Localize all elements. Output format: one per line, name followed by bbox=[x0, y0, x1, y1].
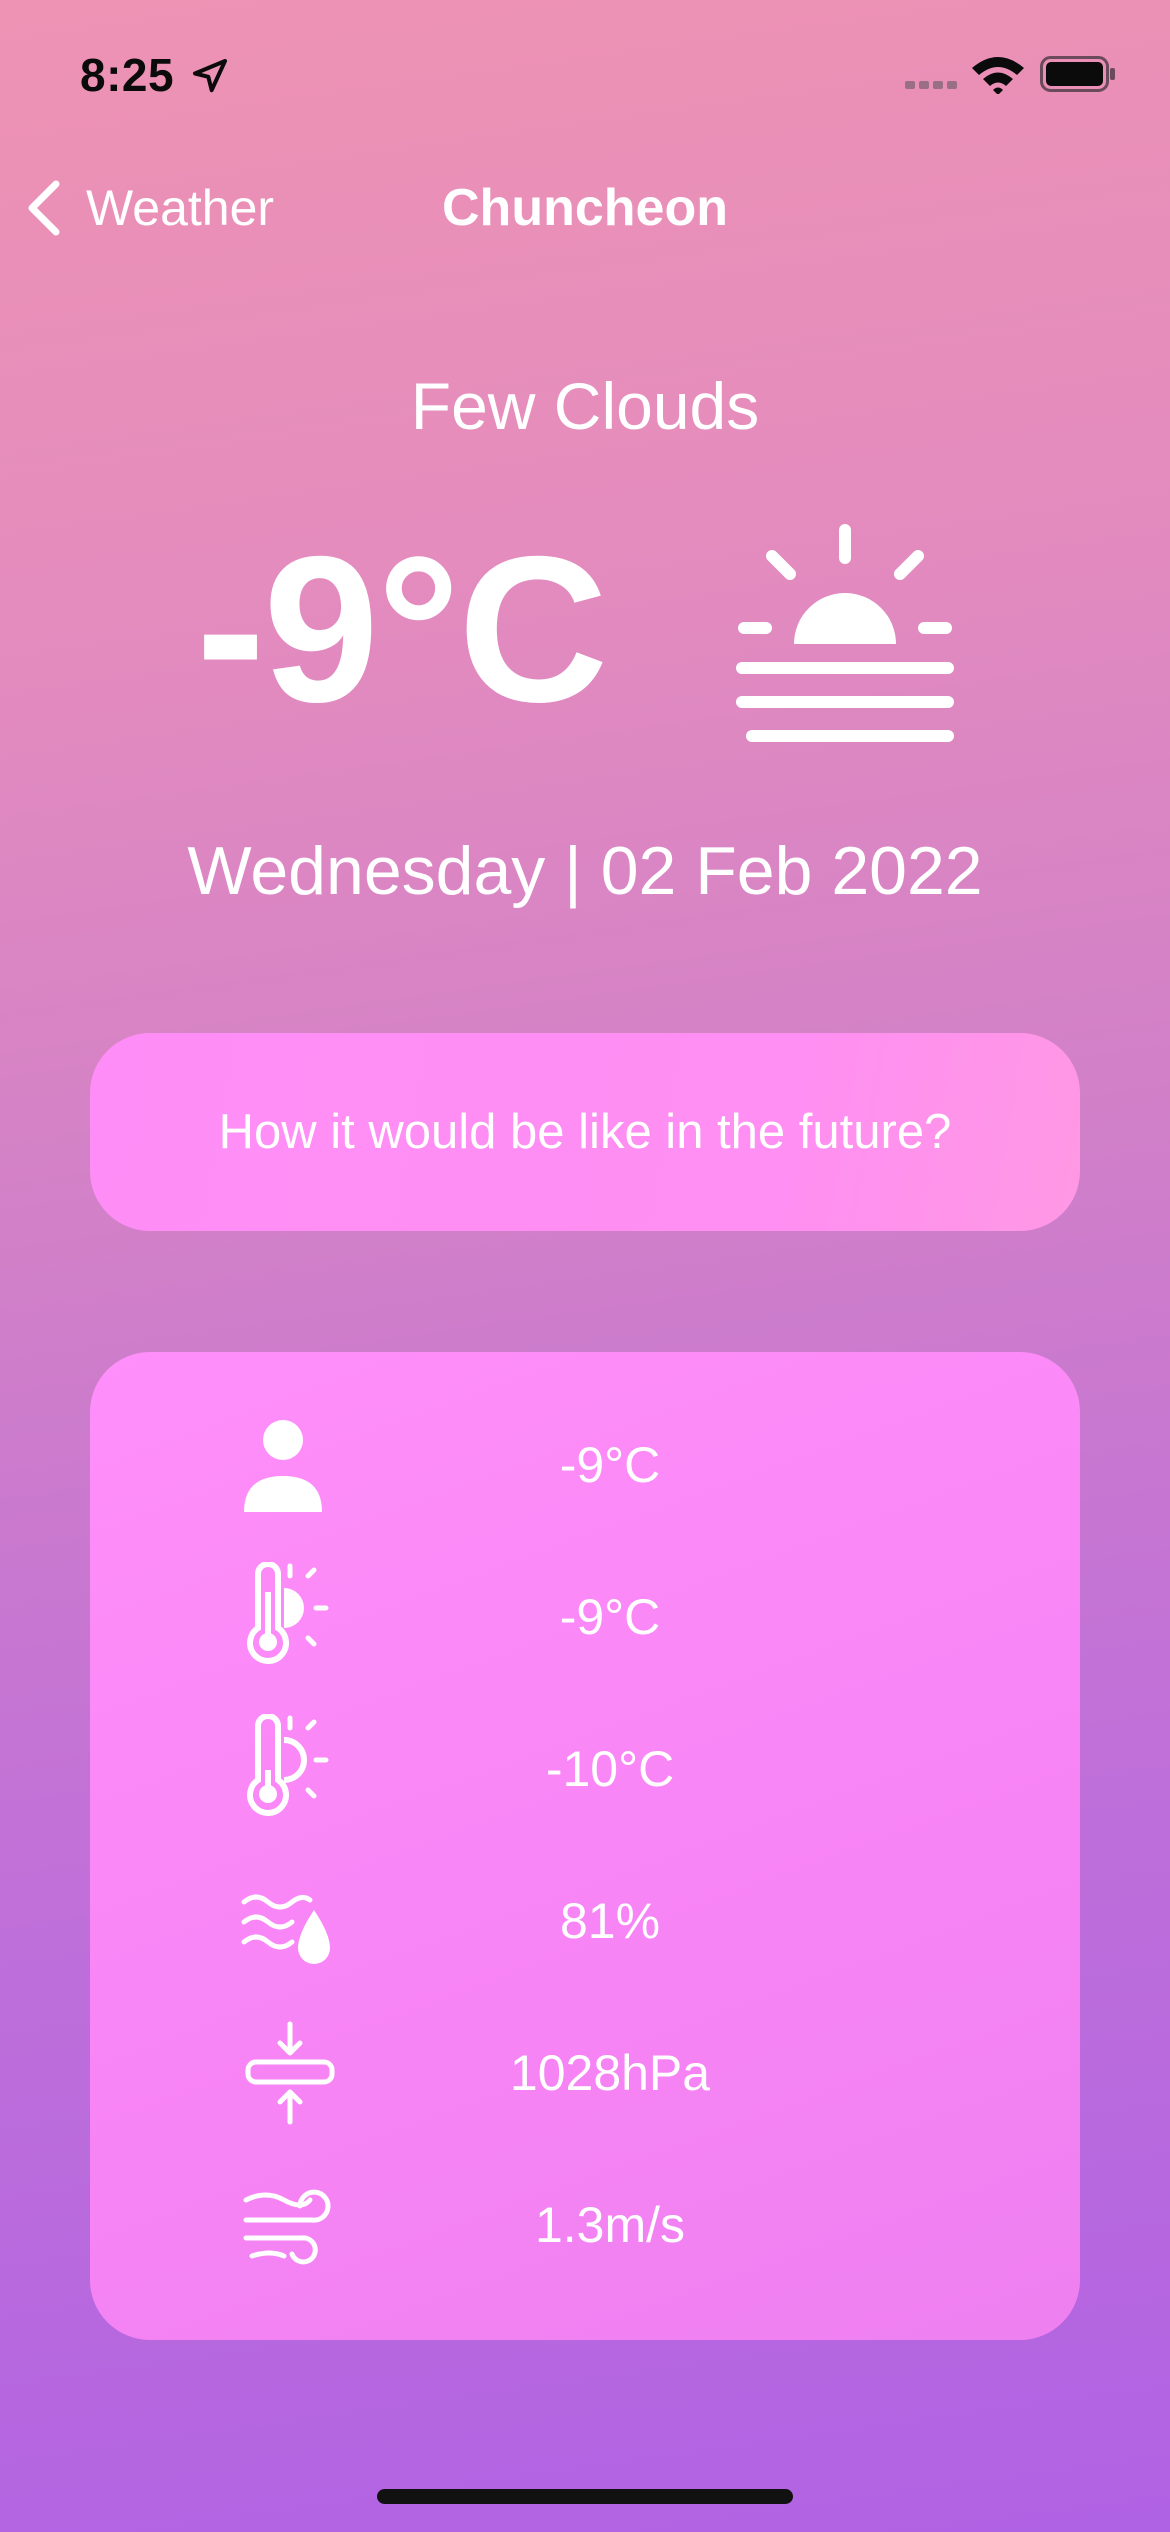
detail-value-humidity: 81% bbox=[559, 1893, 661, 1949]
wind-icon bbox=[243, 2189, 331, 2265]
weather-condition: Few Clouds bbox=[410, 369, 760, 443]
page-title: Chuncheon bbox=[442, 179, 728, 237]
wifi-icon bbox=[972, 57, 1024, 94]
person-icon bbox=[244, 1420, 322, 1512]
pressure-icon bbox=[245, 2021, 335, 2125]
detail-row-wind: 1.3m/s bbox=[90, 2165, 1080, 2285]
sunrise-haze-icon bbox=[736, 524, 954, 742]
status-time: 8:25 bbox=[80, 49, 175, 101]
status-bar: 8:25 bbox=[0, 0, 1170, 150]
home-indicator[interactable] bbox=[377, 2489, 793, 2504]
detail-row-max-temp: -9°C bbox=[90, 1557, 1080, 1677]
future-forecast-button[interactable]: How it would be like in the future? bbox=[90, 1033, 1080, 1231]
weather-details-card: -9°C -9°C -10°C 81% 1028hPa 1.3m/s bbox=[90, 1352, 1080, 2340]
battery-full-icon bbox=[1040, 56, 1115, 92]
detail-value-feels-like: -9°C bbox=[559, 1437, 661, 1493]
detail-value-wind: 1.3m/s bbox=[534, 2197, 686, 2253]
detail-row-humidity: 81% bbox=[90, 1861, 1080, 1981]
detail-value-min-temp: -10°C bbox=[545, 1741, 675, 1797]
thermometer-sun-icon bbox=[247, 1562, 329, 1664]
detail-value-max-temp: -9°C bbox=[559, 1589, 661, 1645]
future-forecast-label: How it would be like in the future? bbox=[218, 1105, 952, 1159]
current-temperature: -9°C bbox=[196, 514, 608, 746]
detail-row-feels-like: -9°C bbox=[90, 1405, 1080, 1525]
detail-row-min-temp: -10°C bbox=[90, 1709, 1080, 1829]
detail-row-pressure: 1028hPa bbox=[90, 2013, 1080, 2133]
cellular-signal-icon bbox=[905, 81, 957, 89]
thermometer-sun-low-icon bbox=[247, 1714, 329, 1816]
detail-value-pressure: 1028hPa bbox=[509, 2045, 711, 2101]
current-date: Wednesday | 02 Feb 2022 bbox=[187, 833, 983, 909]
humidity-icon bbox=[241, 1894, 330, 1964]
location-arrow-icon bbox=[193, 59, 227, 93]
